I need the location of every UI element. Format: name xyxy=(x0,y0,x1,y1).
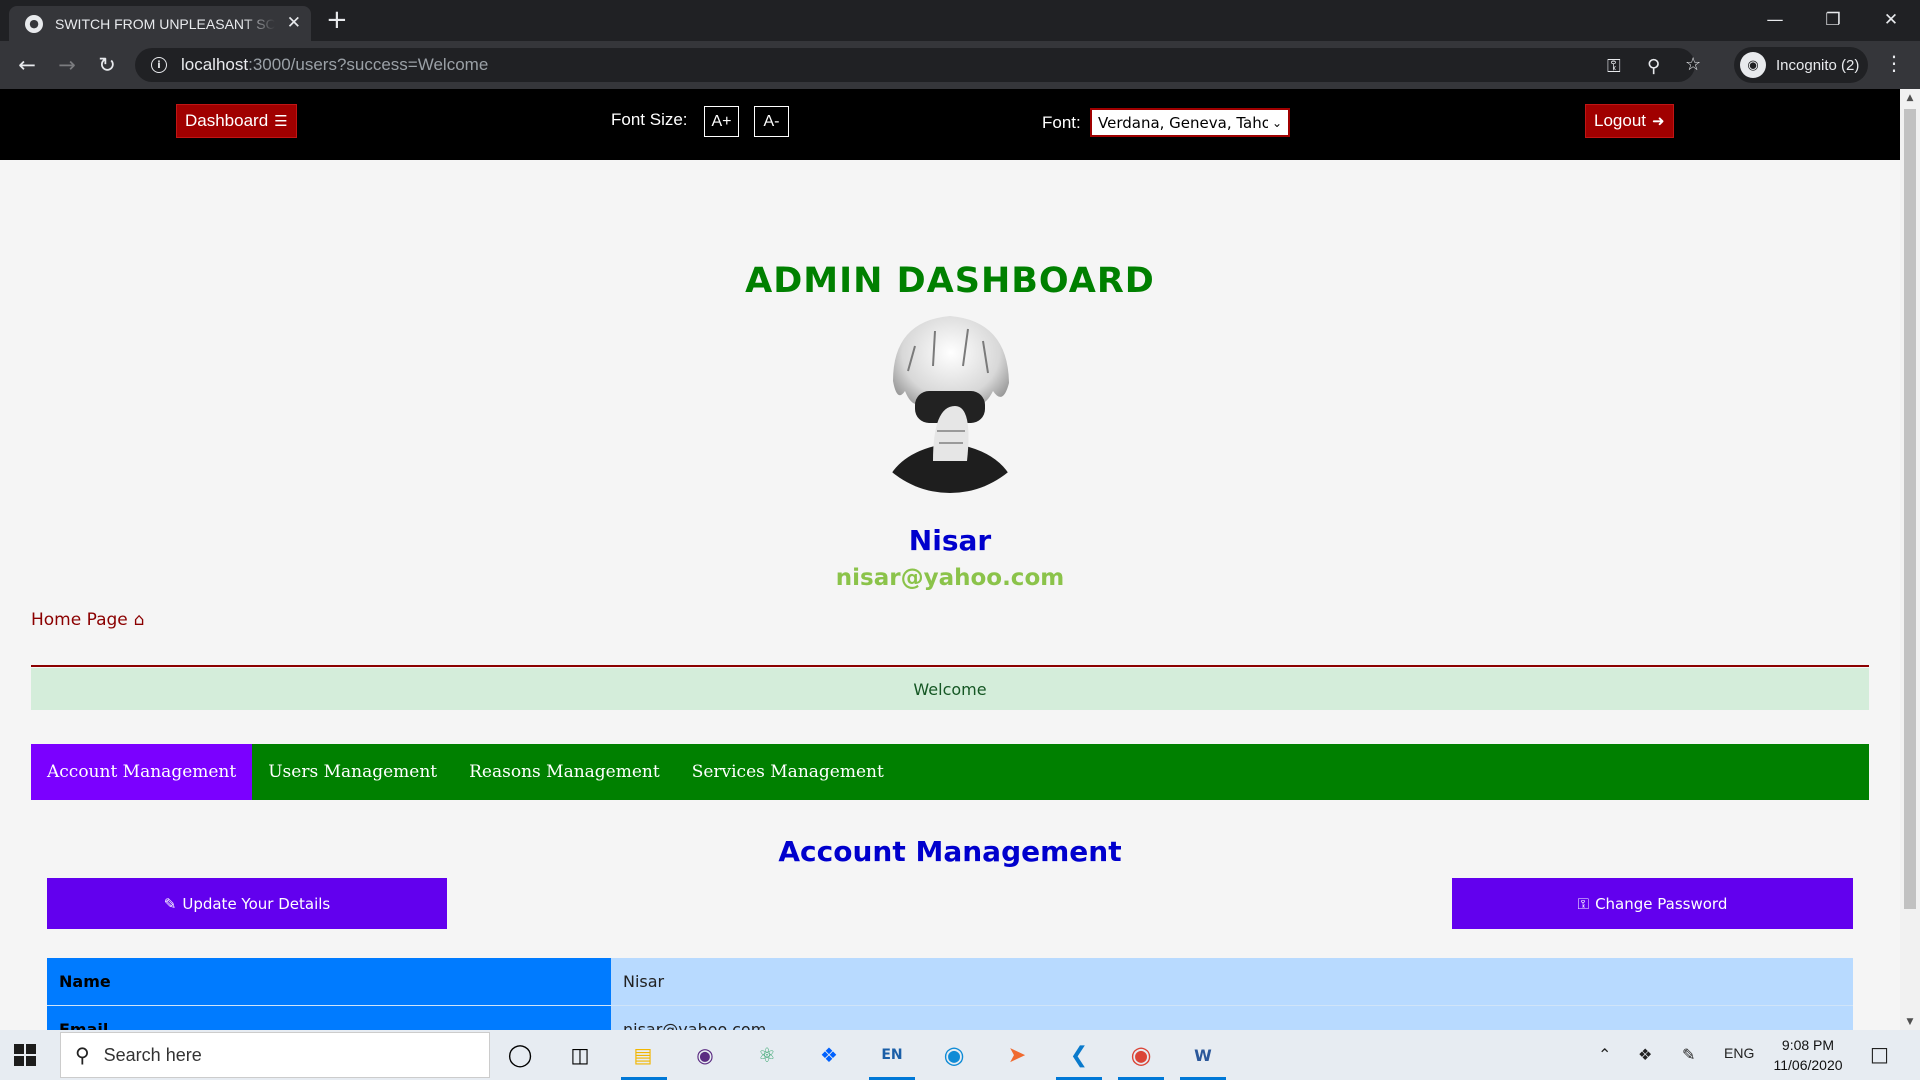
scrollbar-thumb[interactable] xyxy=(1904,109,1916,909)
windows-start-icon[interactable] xyxy=(14,1044,36,1066)
profile-name: Nisar xyxy=(908,524,992,557)
table-row: Email nisar@yahoo.com xyxy=(47,1006,1853,1030)
system-clock[interactable]: 9:08 PM 11/06/2020 xyxy=(1768,1035,1848,1075)
home-page-link[interactable]: Home Page ⌂ xyxy=(31,610,145,630)
row-value: nisar@yahoo.com xyxy=(611,1006,1853,1030)
close-window-button[interactable]: ✕ xyxy=(1862,0,1920,40)
tab-reasons-management[interactable]: Reasons Management xyxy=(453,744,676,800)
page-title: ADMIN DASHBOARD xyxy=(745,261,1155,301)
zoom-icon[interactable]: ⚲ xyxy=(1647,56,1660,77)
browser-tab[interactable]: ● SWITCH FROM UNPLEASANT SCENES ✕ xyxy=(9,6,311,41)
word-icon[interactable]: W xyxy=(1186,1038,1220,1072)
page-scrollbar[interactable]: ▲ ▼ xyxy=(1900,89,1920,1030)
row-key: Email xyxy=(47,1006,611,1030)
change-password-button[interactable]: ⚿ Change Password xyxy=(1452,878,1853,929)
back-button[interactable]: ← xyxy=(12,50,42,80)
dropbox-tray-icon[interactable]: ❖ xyxy=(1638,1045,1652,1065)
key-icon[interactable]: ⚿ xyxy=(1607,56,1621,77)
tab-users-management[interactable]: Users Management xyxy=(252,744,453,800)
minimize-button[interactable]: — xyxy=(1746,0,1804,40)
tab-account-management[interactable]: Account Management xyxy=(31,744,253,800)
forward-button[interactable]: → xyxy=(52,50,82,80)
sign-out-icon: ➜ xyxy=(1652,113,1665,130)
incognito-icon: ◉ xyxy=(1740,52,1766,78)
profile-email: nisar@yahoo.com xyxy=(835,565,1065,591)
profile-avatar xyxy=(863,311,1037,493)
change-password-label: Change Password xyxy=(1595,894,1728,913)
browser-toolbar: ← → ↻ i localhost:3000/users?success=Wel… xyxy=(0,41,1920,89)
row-key: Name xyxy=(47,958,611,1005)
language-bar-icon[interactable]: EN xyxy=(875,1038,909,1072)
tab-services-management[interactable]: Services Management xyxy=(676,744,900,800)
scroll-up-icon[interactable]: ▲ xyxy=(1900,89,1920,106)
divider xyxy=(31,665,1869,667)
bookmark-star-icon[interactable]: ☆ xyxy=(1685,54,1701,75)
logout-label: Logout xyxy=(1594,111,1646,130)
update-details-label: Update Your Details xyxy=(182,894,331,913)
atom-icon[interactable]: ⚛ xyxy=(750,1038,784,1072)
table-row: Name Nisar xyxy=(47,958,1853,1006)
account-details-table: Name Nisar Email nisar@yahoo.com xyxy=(47,958,1853,1030)
language-indicator[interactable]: ENG xyxy=(1724,1045,1754,1061)
postman-icon[interactable]: ➤ xyxy=(1000,1038,1034,1072)
windows-taskbar: ⚲ Search here ◯ ◫ ▤ ◉ ⚛ ❖ EN ◉ ➤ ❮ ◉ W ⌃… xyxy=(0,1030,1920,1080)
site-navbar: Dashboard ☰ Font Size: A+ A- Font: Verda… xyxy=(0,89,1900,160)
cortana-icon[interactable]: ◯ xyxy=(503,1038,537,1072)
notification-icon[interactable]: □ xyxy=(1870,1042,1889,1066)
file-explorer-icon[interactable]: ▤ xyxy=(626,1038,660,1072)
dashboard-label: Dashboard xyxy=(185,111,269,130)
taskbar-search[interactable]: ⚲ Search here xyxy=(60,1032,490,1078)
scroll-down-icon[interactable]: ▼ xyxy=(1900,1013,1920,1030)
key-icon: ⚿ xyxy=(1577,894,1590,913)
url-text: localhost:3000/users?success=Welcome xyxy=(181,55,489,74)
globe-icon: ● xyxy=(25,14,43,33)
incognito-indicator[interactable]: ◉ Incognito (2) xyxy=(1734,47,1868,83)
dashboard-button[interactable]: Dashboard ☰ xyxy=(176,104,297,138)
search-icon: ⚲ xyxy=(75,1043,90,1067)
pen-icon[interactable]: ✎ xyxy=(1682,1045,1695,1065)
restore-button[interactable]: ❐ xyxy=(1804,0,1862,40)
new-tab-button[interactable]: + xyxy=(326,5,348,35)
font-family-select[interactable]: Verdana, Geneva, Tahoma, sans-serif ⌄ xyxy=(1090,108,1290,137)
reload-button[interactable]: ↻ xyxy=(92,50,122,80)
clock-date: 11/06/2020 xyxy=(1773,1057,1843,1073)
logout-button[interactable]: Logout ➜ xyxy=(1585,104,1674,138)
browser-menu-icon[interactable]: ⋮ xyxy=(1884,53,1904,73)
font-increase-button[interactable]: A+ xyxy=(704,106,739,137)
update-details-button[interactable]: ✎ Update Your Details xyxy=(47,878,447,929)
management-tabs: Account Management Users Management Reas… xyxy=(31,744,1869,800)
font-decrease-button[interactable]: A- xyxy=(754,106,789,137)
address-bar[interactable]: i localhost:3000/users?success=Welcome ⚿… xyxy=(135,48,1701,82)
task-view-icon[interactable]: ◫ xyxy=(563,1038,597,1072)
tab-title: SWITCH FROM UNPLEASANT SCENES xyxy=(55,15,275,32)
list-icon: ☰ xyxy=(274,113,288,130)
incognito-label: Incognito (2) xyxy=(1776,56,1860,74)
home-link-label: Home Page xyxy=(31,610,128,630)
font-label: Font: xyxy=(1042,113,1081,132)
font-size-label: Font Size: xyxy=(611,110,688,129)
font-select-value: Verdana, Geneva, Tahoma, sans-serif xyxy=(1098,113,1268,132)
row-value: Nisar xyxy=(611,958,1853,1005)
success-alert: Welcome xyxy=(31,668,1869,710)
chevron-up-icon[interactable]: ⌃ xyxy=(1598,1045,1611,1065)
section-title: Account Management xyxy=(778,835,1122,868)
close-tab-icon[interactable]: ✕ xyxy=(287,15,301,32)
chevron-down-icon: ⌄ xyxy=(1271,115,1282,130)
clock-time: 9:08 PM xyxy=(1781,1037,1835,1053)
chrome-icon[interactable]: ◉ xyxy=(1124,1038,1158,1072)
edge-icon[interactable]: ◉ xyxy=(937,1038,971,1072)
search-placeholder: Search here xyxy=(103,1044,202,1065)
site-info-icon[interactable]: i xyxy=(151,57,167,73)
home-icon: ⌂ xyxy=(133,610,145,630)
page-viewport: Dashboard ☰ Font Size: A+ A- Font: Verda… xyxy=(0,89,1900,1030)
edit-icon: ✎ xyxy=(163,894,177,913)
browser-tab-strip: ● SWITCH FROM UNPLEASANT SCENES ✕ + — ❐ … xyxy=(0,0,1920,41)
vscode-icon[interactable]: ❮ xyxy=(1062,1038,1096,1072)
github-icon[interactable]: ◉ xyxy=(688,1038,722,1072)
dropbox-icon[interactable]: ❖ xyxy=(812,1038,846,1072)
